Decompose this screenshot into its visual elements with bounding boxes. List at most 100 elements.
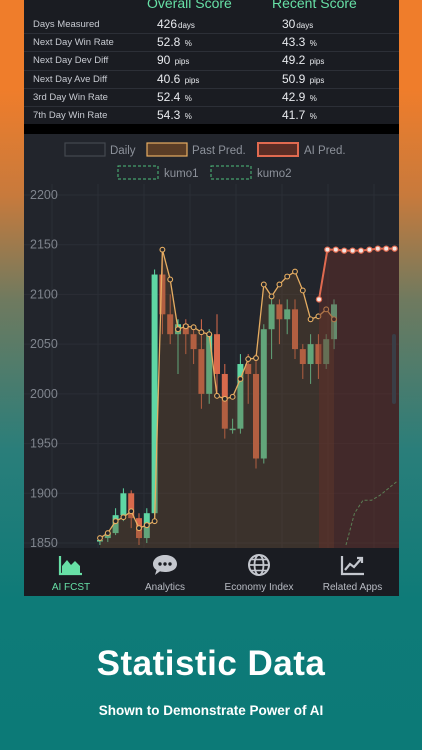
- ai-prediction-area: [319, 248, 399, 548]
- y-tick-label: 2050: [30, 337, 58, 351]
- chart-scrollbar[interactable]: [392, 334, 396, 404]
- legend-past-pred-swatch: [146, 142, 188, 157]
- stat-label: Next Day Dev Diff: [33, 55, 109, 67]
- past-prediction-point: [268, 293, 275, 300]
- stat-label: 3rd Day Win Rate: [33, 91, 108, 103]
- promo-title: Statistic Data: [96, 644, 326, 683]
- stat-row: 7th Day Win Rate 54.3 % 41.7 %: [24, 106, 399, 124]
- past-prediction-point: [175, 326, 181, 333]
- recent-score-header: Recent Score: [272, 0, 357, 11]
- past-prediction-point: [159, 246, 166, 253]
- overall-value: 426days: [157, 17, 195, 31]
- past-prediction-point: [143, 522, 150, 529]
- ai-prediction-point: [349, 247, 356, 254]
- past-prediction-point: [190, 324, 197, 331]
- legend-daily-label: Daily: [110, 145, 136, 157]
- past-prediction-point: [112, 518, 119, 525]
- tab-analytics[interactable]: Analytics: [118, 548, 212, 596]
- ai-prediction-point: [332, 246, 339, 253]
- stat-row: Next Day Win Rate 52.8 % 43.3 %: [24, 33, 399, 53]
- y-tick-label: 2100: [30, 287, 58, 301]
- overall-value: 52.4 %: [157, 89, 192, 104]
- past-prediction-point: [136, 525, 142, 532]
- y-tick-label: 2200: [30, 188, 58, 202]
- overall-score-header: Overall Score: [147, 0, 232, 11]
- tab-label: Related Apps: [322, 582, 383, 593]
- past-prediction-point: [276, 281, 283, 288]
- forecast-chart[interactable]: 2200 2150 2100 2050 2000 1950 1900 1850 Daily P…: [24, 134, 399, 548]
- overall-value: 40.6 pips: [157, 71, 200, 86]
- past-prediction-point: [182, 323, 189, 330]
- past-prediction-point: [229, 393, 236, 400]
- recent-value: 30days: [282, 17, 314, 31]
- past-prediction-point: [97, 535, 103, 542]
- tab-label: AI FCST: [51, 582, 91, 593]
- candle-body: [120, 493, 127, 516]
- past-prediction-point: [214, 392, 220, 399]
- stat-row: Days Measured 426days 30days: [24, 15, 399, 35]
- past-prediction-point: [237, 375, 244, 382]
- legend-kumo2-label: kumo2: [257, 168, 292, 180]
- past-prediction-point: [221, 395, 228, 402]
- past-prediction-point: [245, 356, 252, 363]
- stat-label: Next Day Win Rate: [33, 37, 114, 49]
- legend-kumo1-label: kumo1: [164, 168, 199, 180]
- globe-icon: [248, 554, 270, 576]
- candle-body: [214, 334, 220, 374]
- ai-prediction-point: [324, 246, 331, 253]
- past-prediction-point: [151, 518, 158, 525]
- stat-row: Next Day Ave Diff 40.6 pips 50.9 pips: [24, 70, 399, 89]
- area-chart-icon: [58, 556, 82, 576]
- app-screen: Overall Score Recent Score Days Measured…: [24, 0, 399, 596]
- past-prediction-point: [206, 331, 213, 338]
- past-prediction-point: [120, 514, 127, 521]
- overall-value: 52.8 %: [157, 35, 192, 50]
- recent-value: 49.2 pips: [282, 53, 325, 68]
- stat-label: 7th Day Win Rate: [33, 110, 108, 121]
- recent-value: 50.9 pips: [282, 71, 325, 86]
- ai-prediction-point: [374, 245, 381, 252]
- promo-subtitle: Shown to Demonstrate Power of AI: [98, 703, 324, 718]
- past-prediction-point: [307, 316, 314, 323]
- ai-prediction-series: [315, 245, 399, 548]
- tab-label: Analytics: [144, 582, 185, 593]
- y-tick-label: 1950: [30, 437, 58, 451]
- stat-label: Days Measured: [33, 19, 100, 30]
- statistics-table: Overall Score Recent Score Days Measured…: [24, 0, 399, 124]
- ai-prediction-point: [315, 296, 323, 303]
- stat-label: Next Day Ave Diff: [33, 73, 108, 85]
- overall-value: 54.3 %: [157, 108, 192, 122]
- y-tick-label: 1850: [30, 536, 58, 548]
- stat-row: Next Day Dev Diff 90 pips 49.2 pips: [24, 51, 399, 71]
- speech-bubble-icon: [153, 555, 177, 575]
- past-prediction-point: [198, 329, 205, 336]
- tab-economy-index[interactable]: Economy Index: [212, 548, 306, 596]
- ai-prediction-point: [366, 246, 373, 253]
- stat-row: 3rd Day Win Rate 52.4 % 42.9 %: [24, 88, 399, 107]
- trend-chart-icon: [340, 556, 364, 576]
- past-prediction-point: [260, 281, 267, 288]
- tab-bar: AI FCST Analytics Economy Index Related …: [24, 548, 399, 596]
- ai-prediction-point: [341, 247, 348, 254]
- section-divider: [24, 124, 399, 134]
- overall-value: 90 pips: [157, 53, 190, 68]
- recent-value: 43.3 %: [282, 35, 317, 50]
- past-prediction-point: [128, 508, 135, 515]
- legend-ai-pred-label: AI Pred.: [304, 145, 346, 157]
- ai-prediction-point: [383, 245, 390, 252]
- tab-ai-fcst[interactable]: AI FCST: [24, 548, 118, 596]
- past-prediction-point: [284, 273, 291, 280]
- past-prediction-point: [104, 530, 111, 537]
- legend-ai-pred-swatch: [257, 142, 299, 157]
- past-prediction-point: [167, 276, 174, 283]
- ai-prediction-point: [391, 245, 398, 252]
- y-tick-label: 2150: [30, 238, 58, 252]
- legend-past-pred-label: Past Pred.: [192, 145, 246, 157]
- tab-label: Economy Index: [224, 582, 294, 593]
- past-prediction-point: [292, 268, 298, 275]
- y-tick-label: 1900: [30, 486, 58, 500]
- tab-related-apps[interactable]: Related Apps: [306, 548, 399, 596]
- past-prediction-point: [253, 355, 259, 362]
- ai-prediction-point: [357, 247, 365, 254]
- past-prediction-point: [299, 287, 306, 294]
